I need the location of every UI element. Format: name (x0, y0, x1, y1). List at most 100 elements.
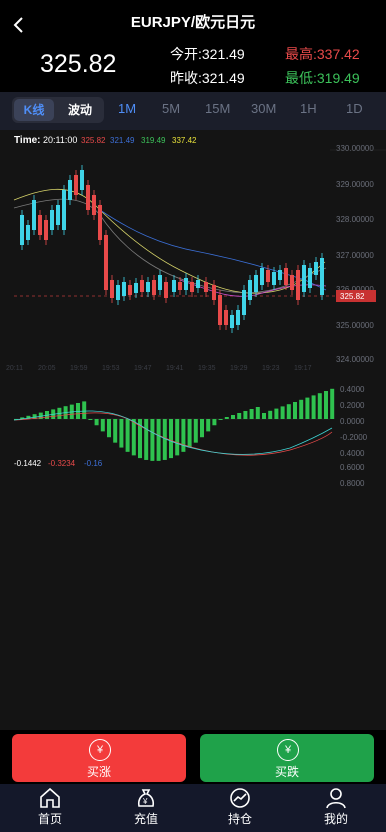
nav-recharge[interactable]: ¥ 充值 (106, 786, 186, 827)
chart-area[interactable]: Time: 20:11:00 325.82 321.49 319.49 337.… (0, 130, 386, 730)
candle-body (134, 283, 138, 293)
macd-bar (175, 419, 180, 456)
candle-body (74, 175, 78, 195)
time-label: Time: (14, 135, 41, 146)
x-tick: 19:47 (134, 365, 152, 372)
macd-tick: 0.2000 (340, 401, 365, 410)
macd-bar (193, 419, 198, 443)
macd-bar (231, 415, 235, 419)
macd-bar (113, 419, 118, 443)
x-tick: 19:53 (102, 365, 120, 372)
macd-bar (218, 419, 223, 420)
x-tick: 19:35 (198, 365, 216, 372)
tab-30m[interactable]: 30M (251, 101, 276, 116)
candle-body (314, 262, 318, 275)
candle-body (110, 280, 114, 298)
x-tick: 19:59 (70, 365, 88, 372)
nav-home[interactable]: 首页 (10, 786, 90, 827)
candle-body (242, 290, 246, 315)
candle-body (104, 235, 108, 290)
macd-bar (255, 407, 260, 419)
candle-body (254, 275, 258, 292)
candle-body (218, 295, 222, 325)
wave-mode-button[interactable]: 波动 (60, 99, 100, 121)
yuan-icon: ¥ (89, 739, 111, 761)
candle-body (184, 278, 188, 290)
candle-body (56, 205, 60, 225)
y-axis: 330.00000 329.00000 328.00000 327.00000 … (336, 144, 374, 364)
candle-body (128, 285, 132, 295)
macd-bar (156, 419, 161, 461)
candle-body (38, 215, 42, 235)
time-value: 20:11:00 (43, 135, 77, 145)
candle-body (178, 282, 182, 290)
candle-body (266, 270, 270, 282)
current-price: 325.82 (40, 50, 117, 78)
nav-positions-label: 持仓 (227, 812, 252, 826)
candle-body (308, 268, 312, 288)
macd-bar (293, 402, 297, 419)
tab-15m[interactable]: 15M (205, 101, 230, 116)
macd-bar (94, 419, 99, 426)
macd-bar (119, 419, 124, 448)
tab-5m[interactable]: 5M (162, 101, 180, 116)
candle-body (146, 282, 150, 292)
candle-body (122, 282, 126, 296)
macd-tick: 0.6000 (340, 463, 365, 472)
macd-bar (100, 419, 105, 432)
macd-bar (305, 397, 310, 419)
candle-body (272, 272, 276, 285)
macd-bar (131, 419, 136, 456)
macd-value-2: -0.3234 (48, 459, 76, 468)
nav-home-label: 首页 (37, 812, 62, 826)
low-quote: 最低:319.49 (285, 70, 360, 86)
macd-bar (206, 419, 211, 432)
macd-bar (330, 388, 335, 419)
macd-bar (299, 399, 304, 419)
high-quote: 最高:337.42 (285, 46, 360, 62)
candle-body (296, 270, 300, 300)
svg-text:¥: ¥ (142, 797, 148, 806)
macd-bar (262, 413, 266, 419)
nav-mine[interactable]: 我的 (296, 786, 376, 827)
nav-positions[interactable]: 持仓 (200, 786, 280, 827)
x-tick: 19:17 (294, 365, 312, 372)
macd-bar (187, 419, 192, 448)
macd-bar (224, 417, 229, 419)
candle-body (164, 282, 168, 298)
x-tick: 20:11 (6, 365, 23, 372)
quote-header: EURJPY/欧元日元 325.82 今开:321.49 最高:337.42 昨… (0, 0, 386, 92)
y-tick: 324.00000 (336, 355, 374, 364)
buy-up-button[interactable]: ¥ 买涨 (12, 734, 186, 782)
last-price-tag: 325.82 (340, 292, 365, 301)
user-icon (326, 788, 346, 809)
bottom-nav: 首页 ¥ 充值 持仓 我的 (0, 784, 386, 832)
x-tick: 19:29 (230, 365, 248, 372)
buy-up-label: 买涨 (86, 765, 111, 779)
macd-tick: 0.8000 (340, 479, 365, 488)
info-value-2: 321.49 (110, 136, 135, 145)
tab-1h[interactable]: 1H (300, 101, 317, 116)
x-axis: 20:11 20:05 19:59 19:53 19:47 19:41 19:3… (6, 365, 312, 372)
candle-body (230, 315, 234, 328)
buy-down-button[interactable]: ¥ 买跌 (200, 734, 374, 782)
candle-body (68, 180, 72, 200)
macd-axis: 0.4000 0.2000 0.0000 -0.2000 0.4000 0.60… (340, 385, 368, 488)
candles (20, 165, 324, 333)
tab-1m[interactable]: 1M (118, 101, 136, 116)
candlestick-chart[interactable]: Time: 20:11:00 325.82 321.49 319.49 337.… (0, 130, 386, 730)
candle-body (86, 185, 90, 210)
kline-mode-button[interactable]: K线 (14, 99, 54, 121)
macd-bar (324, 391, 328, 419)
info-value-3: 319.49 (141, 136, 166, 145)
macd-tick: 0.4000 (340, 385, 365, 394)
buy-down-label: 买跌 (274, 765, 299, 779)
candle-body (152, 280, 156, 295)
macd-bar (268, 410, 273, 419)
tab-1d[interactable]: 1D (346, 101, 363, 116)
info-value-1: 325.82 (81, 136, 106, 145)
macd-bar (286, 404, 291, 419)
macd-bar (212, 419, 217, 426)
y-tick: 328.00000 (336, 215, 374, 224)
x-tick: 19:23 (262, 365, 280, 372)
